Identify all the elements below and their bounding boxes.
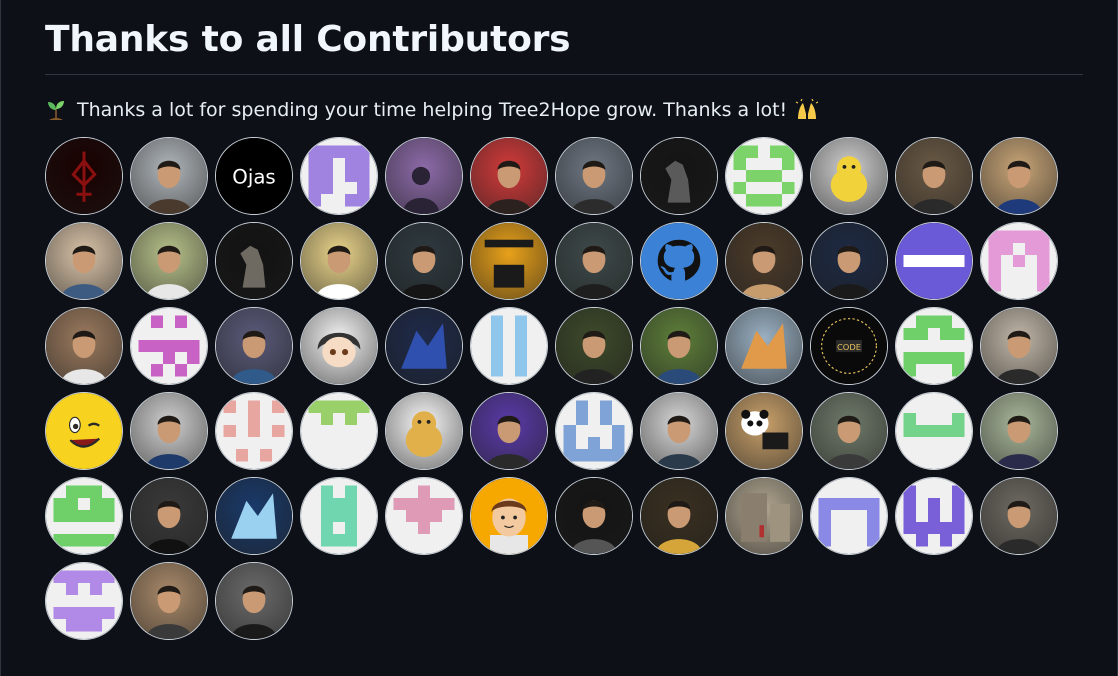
contributor-avatar[interactable] [385, 392, 463, 470]
contributor-avatar[interactable] [215, 392, 293, 470]
contributor-avatar[interactable] [300, 137, 378, 215]
contributor-avatar[interactable]: Ojas [215, 137, 293, 215]
contributor-avatar[interactable] [980, 477, 1058, 555]
contributor-avatar[interactable] [555, 222, 633, 300]
page-title: Thanks to all Contributors [45, 19, 571, 60]
contributor-avatar[interactable] [980, 137, 1058, 215]
contributor-avatar[interactable] [810, 477, 888, 555]
seedling-icon [45, 98, 67, 122]
contributor-avatar[interactable] [555, 307, 633, 385]
contributor-avatar[interactable] [640, 477, 718, 555]
contributor-avatar[interactable] [555, 392, 633, 470]
contributor-avatar[interactable] [385, 477, 463, 555]
contributor-avatar[interactable] [555, 477, 633, 555]
contributor-avatar[interactable] [895, 222, 973, 300]
contributor-avatar[interactable] [725, 477, 803, 555]
contributor-avatar[interactable] [45, 307, 123, 385]
contributor-avatar[interactable] [470, 137, 548, 215]
contributor-avatar[interactable] [45, 392, 123, 470]
contributor-avatar[interactable] [640, 137, 718, 215]
contributor-avatar[interactable] [810, 222, 888, 300]
contributor-avatar[interactable] [130, 392, 208, 470]
contributor-avatar[interactable] [895, 307, 973, 385]
contributor-avatar[interactable] [45, 137, 123, 215]
contributor-avatar[interactable] [215, 222, 293, 300]
contributor-avatar[interactable] [215, 307, 293, 385]
contributor-avatar[interactable] [470, 222, 548, 300]
contributor-avatar[interactable] [130, 562, 208, 640]
contributor-avatar[interactable] [895, 137, 973, 215]
contributor-avatar[interactable] [130, 222, 208, 300]
avatar-text: CODE [837, 342, 861, 352]
readme-content: Thanks to all Contributors Thanks a lot … [45, 0, 1083, 647]
contributor-avatar[interactable] [45, 562, 123, 640]
contributor-avatar[interactable] [385, 222, 463, 300]
contributor-avatar[interactable] [470, 477, 548, 555]
contributor-avatar[interactable] [640, 307, 718, 385]
raised-hands-icon [795, 98, 819, 121]
contributor-avatar[interactable] [980, 392, 1058, 470]
avatar-text: Ojas [232, 166, 275, 189]
contributor-avatar[interactable] [725, 137, 803, 215]
intro-line: Thanks a lot for spending your time help… [45, 97, 1083, 123]
contributor-avatar[interactable] [640, 222, 718, 300]
contributor-avatar[interactable] [300, 307, 378, 385]
contributor-avatar[interactable] [470, 392, 548, 470]
contributor-avatar[interactable] [895, 392, 973, 470]
contributor-avatar[interactable] [980, 307, 1058, 385]
contributor-avatar[interactable] [810, 392, 888, 470]
contributor-avatar[interactable] [895, 477, 973, 555]
contributor-avatar[interactable] [725, 392, 803, 470]
contributor-avatar[interactable] [725, 307, 803, 385]
contributors-grid: Ojas CODE [45, 137, 1083, 647]
title-divider [45, 74, 1083, 75]
contributor-avatar[interactable] [130, 137, 208, 215]
contributor-avatar[interactable] [130, 307, 208, 385]
contributor-avatar[interactable] [45, 477, 123, 555]
contributor-avatar[interactable] [45, 222, 123, 300]
contributor-avatar[interactable] [810, 137, 888, 215]
contributor-avatar[interactable] [300, 477, 378, 555]
contributor-avatar[interactable] [385, 137, 463, 215]
page-left-border [0, 0, 1, 676]
contributor-avatar[interactable] [470, 307, 548, 385]
contributor-avatar[interactable] [725, 222, 803, 300]
contributor-avatar[interactable] [300, 222, 378, 300]
contributor-avatar[interactable] [980, 222, 1058, 300]
contributor-avatar[interactable]: CODE [810, 307, 888, 385]
contributor-avatar[interactable] [215, 562, 293, 640]
intro-text: Thanks a lot for spending your time help… [77, 99, 788, 121]
contributor-avatar[interactable] [215, 477, 293, 555]
contributor-avatar[interactable] [300, 392, 378, 470]
contributor-avatar[interactable] [385, 307, 463, 385]
contributor-avatar[interactable] [555, 137, 633, 215]
contributor-avatar[interactable] [130, 477, 208, 555]
contributor-avatar[interactable] [640, 392, 718, 470]
